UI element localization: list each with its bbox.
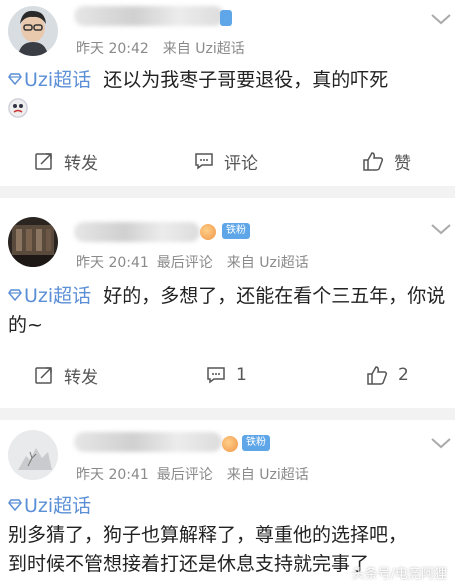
emoji-icon bbox=[8, 98, 28, 118]
like-button[interactable]: 赞 bbox=[362, 146, 411, 176]
action-bar: 转发 评论 赞 bbox=[0, 146, 455, 176]
comment-icon bbox=[195, 153, 213, 170]
member-badge bbox=[220, 10, 232, 26]
post-source[interactable]: 来自 Uzi超话 bbox=[227, 255, 309, 271]
thumbs-up-icon bbox=[363, 152, 384, 171]
avatar[interactable] bbox=[8, 217, 58, 267]
like-button[interactable]: 2 bbox=[366, 360, 409, 390]
post-text-line: 别多猜了，狗子也算解释了，尊重他的选择吧， bbox=[8, 524, 408, 546]
post-time: 昨天 20:41 bbox=[76, 467, 149, 483]
topic-link[interactable]: Uzi超话 bbox=[8, 285, 91, 307]
post-meta: 昨天 20:42 来自 Uzi超话 bbox=[76, 38, 245, 58]
fan-level-icon bbox=[222, 436, 238, 452]
username-redacted[interactable] bbox=[74, 6, 224, 26]
post-time: 昨天 20:41 bbox=[76, 255, 149, 271]
username-redacted[interactable] bbox=[74, 222, 200, 242]
post-meta: 昨天 20:41 最后评论 来自 Uzi超话 bbox=[76, 464, 309, 484]
avatar[interactable] bbox=[8, 6, 58, 56]
thumbs-up-icon bbox=[367, 366, 388, 385]
chevron-down-icon[interactable] bbox=[430, 222, 452, 236]
repost-icon bbox=[35, 367, 52, 384]
repost-icon bbox=[35, 153, 52, 170]
post-card: 昨天 20:42 来自 Uzi超话 Uzi超话 还以为我枣子哥要退役，真的吓死 转… bbox=[0, 0, 455, 186]
post-content: Uzi超话 还以为我枣子哥要退役，真的吓死 bbox=[8, 66, 448, 124]
topic-link[interactable]: Uzi超话 bbox=[8, 69, 91, 91]
post-meta: 昨天 20:41 最后评论 来自 Uzi超话 bbox=[76, 252, 309, 272]
username-redacted[interactable] bbox=[74, 432, 222, 452]
last-comment-label: 最后评论 bbox=[156, 467, 213, 483]
last-comment-label: 最后评论 bbox=[156, 255, 213, 271]
repost-button[interactable]: 转发 bbox=[34, 360, 98, 390]
watermark: 头条号/电竞阿狸 bbox=[351, 567, 447, 582]
divider bbox=[0, 186, 455, 198]
chevron-down-icon[interactable] bbox=[430, 436, 452, 450]
diamond-icon bbox=[8, 499, 22, 511]
comment-icon bbox=[207, 367, 225, 384]
post-text: 还以为我枣子哥要退役，真的吓死 bbox=[103, 69, 389, 91]
post-time: 昨天 20:42 bbox=[76, 41, 149, 57]
fan-level-icon bbox=[200, 224, 216, 240]
post-text-line: 到时候不管想接着打还是休息支持就完事了 bbox=[8, 553, 370, 575]
repost-button[interactable]: 转发 bbox=[34, 146, 98, 176]
fan-badge: 铁粉 bbox=[242, 435, 270, 451]
diamond-icon bbox=[8, 73, 22, 85]
divider bbox=[0, 408, 455, 420]
post-card: 铁粉 昨天 20:41 最后评论 来自 Uzi超话 Uzi超话 好的，多想了，还能在… bbox=[0, 198, 455, 408]
diamond-icon bbox=[8, 289, 22, 301]
avatar[interactable] bbox=[8, 430, 58, 480]
post-source[interactable]: 来自 Uzi超话 bbox=[227, 467, 309, 483]
chevron-down-icon[interactable] bbox=[430, 12, 452, 26]
comment-button[interactable]: 评论 bbox=[194, 146, 258, 176]
comment-count: 1 bbox=[236, 365, 247, 385]
like-count: 2 bbox=[398, 365, 409, 385]
post-content: Uzi超话 好的，多想了，还能在看个三五年，你说的~ bbox=[8, 282, 448, 340]
action-bar: 转发 1 2 bbox=[0, 360, 455, 390]
topic-link[interactable]: Uzi超话 bbox=[8, 495, 91, 517]
post-source[interactable]: 来自 Uzi超话 bbox=[163, 41, 245, 57]
fan-badge: 铁粉 bbox=[222, 223, 250, 239]
comment-button[interactable]: 1 bbox=[206, 360, 247, 390]
